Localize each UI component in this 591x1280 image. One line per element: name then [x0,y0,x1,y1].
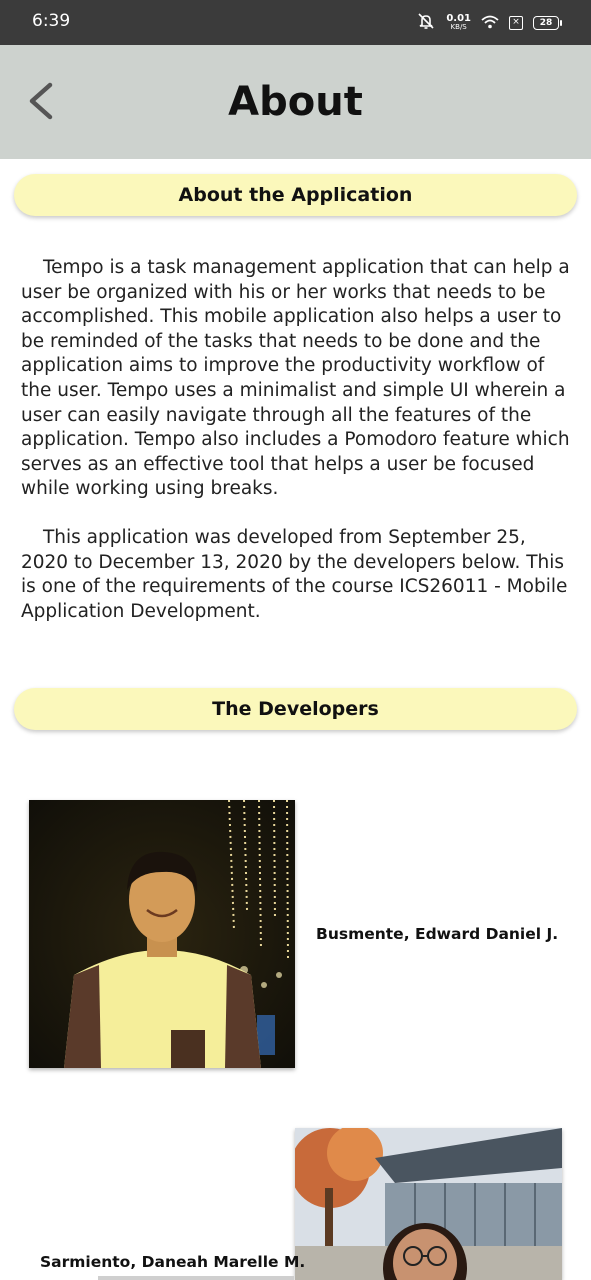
about-application-heading: About the Application [14,174,577,216]
status-time: 6:39 [32,11,71,31]
wifi-icon [481,14,499,33]
about-paragraph-2: This application was developed from Sept… [21,527,568,622]
page-title: About [228,79,363,125]
developer-photo-sarmiento [295,1128,562,1280]
network-speed: 0.01 KB/S [446,13,471,32]
mute-bell-icon [416,12,436,34]
developer-portrait-1 [29,800,295,1068]
network-speed-unit: KB/S [450,23,467,31]
developer-name-2: Sarmiento, Daneah Marelle M. [40,1253,306,1271]
about-paragraph-1: Tempo is a task management application t… [21,257,570,500]
developer-photo-busmente [29,800,295,1068]
status-bar: 6:39 0.01 KB/S × 28 [0,0,591,45]
battery-icon: 28 [533,16,562,30]
status-icons: 0.01 KB/S × 28 [416,12,562,34]
network-speed-value: 0.01 [446,13,471,24]
developers-heading: The Developers [14,688,577,730]
developer-portrait-2 [295,1128,562,1280]
no-sim-icon: × [509,16,523,30]
app-bar: About [0,45,591,159]
scroll-indicator [98,1276,294,1280]
battery-level: 28 [539,18,553,28]
developer-name-1: Busmente, Edward Daniel J. [316,925,559,943]
